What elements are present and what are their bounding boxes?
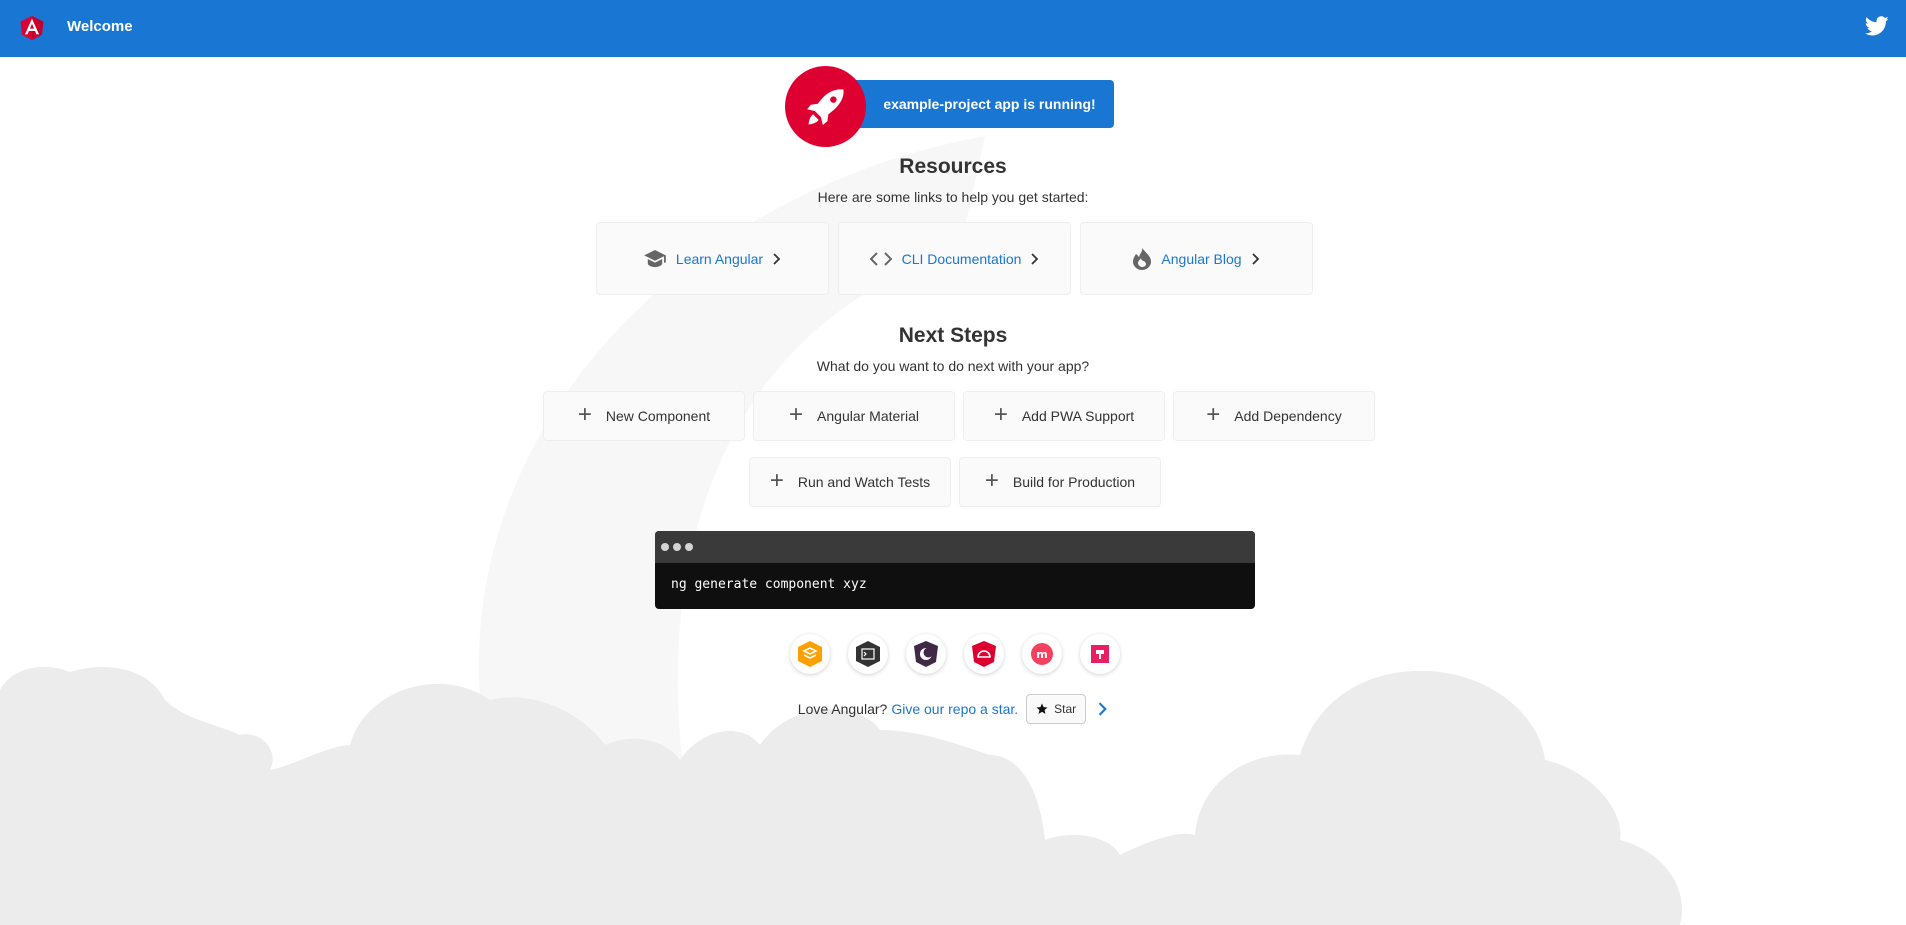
terminal-titlebar	[655, 531, 1255, 563]
cli-documentation-label: CLI Documentation	[901, 250, 1022, 267]
add-dependency-button[interactable]: + Add Dependency	[1173, 391, 1375, 441]
firebase-link[interactable]	[790, 634, 830, 674]
chevron-right-icon	[1031, 252, 1039, 265]
terminal: ng generate component xyz	[655, 531, 1255, 609]
give-star-link[interactable]: Give our repo a star.	[891, 701, 1018, 717]
resources-subtitle: Here are some links to help you get star…	[817, 189, 1089, 205]
new-component-button[interactable]: + New Component	[543, 391, 745, 441]
learn-angular-label: Learn Angular	[675, 250, 764, 267]
plus-icon: +	[769, 467, 784, 494]
star-button[interactable]: Star	[1026, 694, 1087, 724]
window-dot	[661, 543, 669, 551]
ngrx-link[interactable]	[906, 634, 946, 674]
app-running-text: example-project app is running!	[851, 80, 1114, 128]
love-angular-text: Love Angular?	[797, 701, 888, 717]
terminal-link[interactable]	[848, 634, 888, 674]
build-for-production-button[interactable]: + Build for Production	[959, 457, 1161, 507]
star-repo-section: Love Angular? Give our repo a star. Star	[0, 694, 1906, 724]
cli-documentation-link[interactable]: CLI Documentation	[838, 222, 1071, 295]
meetup-icon: m	[1031, 643, 1053, 665]
chevron-right-icon	[1251, 252, 1259, 265]
angular-material-label: Angular Material	[817, 408, 919, 424]
window-dot	[685, 543, 693, 551]
resources-heading: Resources	[899, 155, 1007, 178]
build-for-production-label: Build for Production	[1012, 474, 1136, 490]
add-dependency-label: Add Dependency	[1234, 408, 1342, 424]
code-icon	[869, 251, 892, 266]
add-pwa-support-label: Add PWA Support	[1021, 408, 1135, 424]
learn-angular-link[interactable]: Learn Angular	[596, 222, 829, 295]
run-and-watch-tests-button[interactable]: + Run and Watch Tests	[749, 457, 951, 507]
plus-icon: +	[789, 401, 804, 428]
run-and-watch-tests-label: Run and Watch Tests	[797, 474, 931, 490]
rocket-badge	[785, 66, 866, 147]
svg-text:m: m	[1036, 648, 1047, 661]
rocket-icon	[806, 88, 844, 125]
shield-icon	[972, 641, 996, 667]
star-label: Star	[1054, 702, 1077, 716]
angular-blog-link[interactable]: Angular Blog	[1080, 222, 1313, 295]
discord-link[interactable]	[1080, 634, 1120, 674]
add-pwa-support-button[interactable]: + Add PWA Support	[963, 391, 1165, 441]
terminal-command[interactable]: ng generate component xyz	[655, 563, 1255, 592]
new-component-label: New Component	[605, 408, 711, 424]
plus-icon: +	[993, 401, 1008, 428]
plus-icon: +	[1206, 401, 1221, 428]
chevron-right-icon	[773, 252, 781, 265]
crescent-icon	[914, 641, 938, 667]
angular-blog-label: Angular Blog	[1161, 250, 1242, 267]
chevron-right-icon[interactable]	[1098, 702, 1108, 716]
window-dot	[673, 543, 681, 551]
terminal-icon	[856, 641, 880, 667]
next-steps-subtitle: What do you want to do next with your ap…	[816, 358, 1090, 374]
meetup-link[interactable]: m	[1022, 634, 1062, 674]
star-icon	[1036, 703, 1048, 714]
discord-icon	[1091, 645, 1109, 663]
angular-material-button[interactable]: + Angular Material	[753, 391, 955, 441]
graduation-cap-icon	[644, 249, 666, 267]
next-steps-heading: Next Steps	[898, 324, 1008, 347]
plus-icon: +	[984, 467, 999, 494]
plus-icon: +	[577, 401, 592, 428]
flame-icon	[1133, 247, 1152, 270]
firebase-icon	[798, 641, 822, 667]
augury-link[interactable]	[964, 634, 1004, 674]
app-running-banner: example-project app is running!	[785, 66, 1114, 147]
